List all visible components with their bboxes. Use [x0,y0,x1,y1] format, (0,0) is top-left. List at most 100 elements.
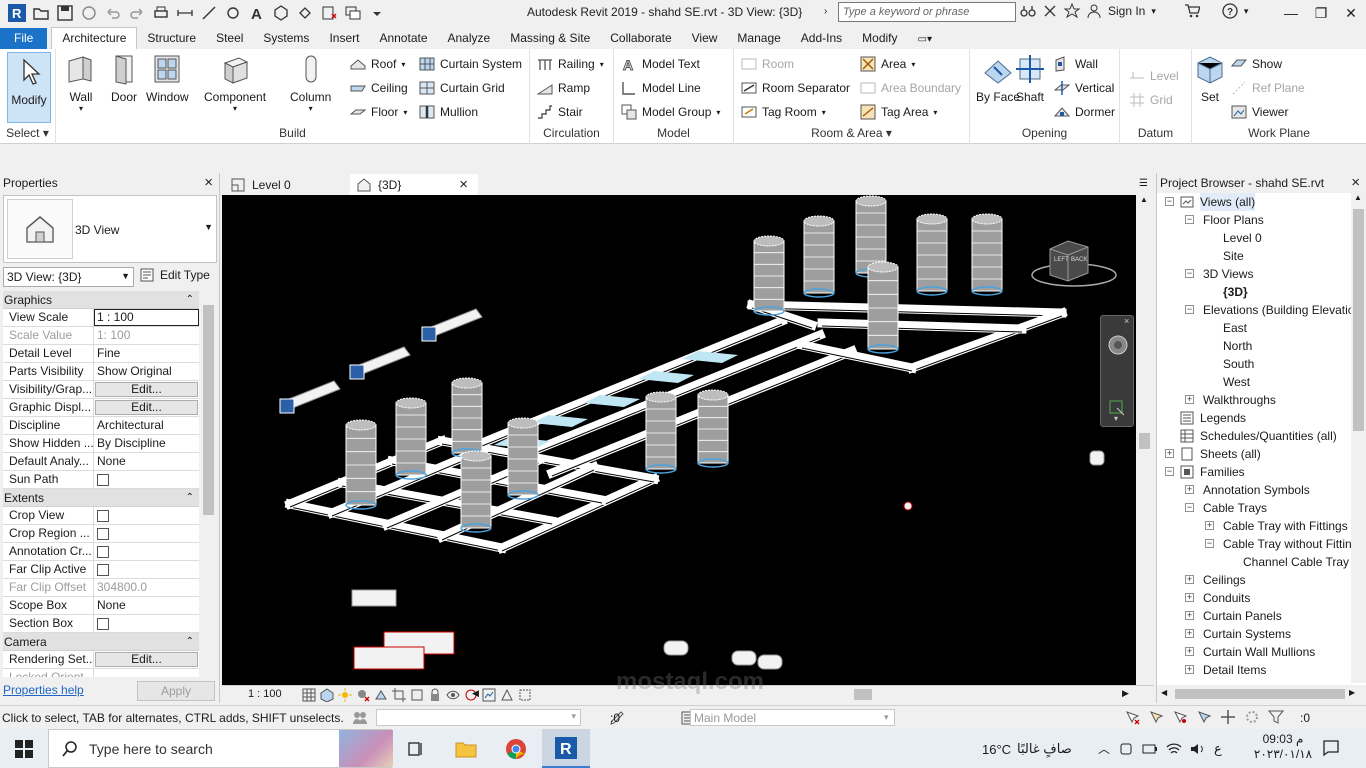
browser-node[interactable]: + Curtain Systems [1157,625,1351,643]
tree-expand-icon[interactable]: + [1165,449,1174,458]
print-icon[interactable] [152,4,170,22]
select-links-icon[interactable] [1124,709,1140,725]
browser-node[interactable]: Channel Cable Tray [1157,553,1351,571]
browser-node[interactable]: Legends [1157,409,1351,427]
door-button[interactable]: Door [108,53,140,104]
browser-node[interactable]: + Conduits [1157,589,1351,607]
browser-scroll-thumb[interactable] [1353,209,1364,431]
tree-expand-icon[interactable]: + [1185,611,1194,620]
temporary-hide-icon[interactable] [446,688,460,702]
property-input[interactable]: 1 : 100 [94,309,199,326]
tree-collapse-icon[interactable]: − [1185,215,1194,224]
collapse-chevron-icon[interactable]: ⌃ [186,489,194,507]
browser-node[interactable]: + Ceilings [1157,571,1351,589]
measure-icon[interactable] [176,4,194,22]
select-underlay-icon[interactable] [1148,709,1164,725]
volume-icon[interactable] [1190,741,1206,757]
property-checkbox[interactable] [97,528,109,540]
property-edit-button[interactable]: Edit... [95,400,198,415]
browser-node[interactable]: + Curtain Panels [1157,607,1351,625]
close-navbar-icon[interactable]: × [1124,316,1129,326]
start-button[interactable] [0,729,48,768]
property-checkbox[interactable] [97,564,109,576]
hscroll-left-icon[interactable]: ◀ [472,688,479,699]
tab-modify[interactable]: Modify [852,28,907,49]
viewer-button[interactable]: Viewer [1231,104,1288,120]
input-language[interactable]: ع [1214,741,1222,757]
property-category-camera[interactable]: Camera ⌃ [3,633,199,651]
instance-selector[interactable]: 3D View: {3D} ▼ [3,267,134,287]
browser-node[interactable]: North [1157,337,1351,355]
background-processes-icon[interactable] [1244,709,1260,725]
view-cube-face-front[interactable]: BACK [1071,257,1087,263]
type-selector-dropdown-icon[interactable]: ▼ [204,222,213,232]
section-icon[interactable] [296,4,314,22]
tab-annotate[interactable]: Annotate [369,28,437,49]
property-edit-button[interactable]: Edit... [95,382,198,397]
grid-button[interactable]: Grid [1129,92,1173,108]
property-checkbox[interactable] [97,546,109,558]
ramp-button[interactable]: Ramp [536,80,590,96]
model-text-button[interactable]: A Model Text [621,56,700,74]
tab-analyze[interactable]: Analyze [438,28,501,49]
property-checkbox[interactable] [97,474,109,486]
subscription-icon[interactable] [1042,3,1058,19]
tree-expand-icon[interactable]: + [1185,647,1194,656]
tab-3d-view[interactable]: {3D} × [350,174,478,195]
open-icon[interactable] [32,4,50,22]
browser-node[interactable]: − Floor Plans [1157,211,1351,229]
sun-path-icon[interactable] [338,688,352,702]
ref-plane-button[interactable]: Ref Plane [1231,80,1305,96]
browser-node[interactable]: South [1157,355,1351,373]
ribbon-toggle-icon[interactable]: ▭▾ [908,31,942,49]
battery-icon[interactable] [1142,741,1158,757]
browser-node[interactable]: − Families [1157,463,1351,481]
property-value[interactable]: None [97,598,126,612]
taskbar-search-box[interactable]: Type here to search [48,729,393,768]
roof-button[interactable]: Roof ▾ [350,56,405,72]
select-by-face-icon[interactable] [1196,709,1212,725]
rendering-dialog-icon[interactable] [374,688,388,702]
railing-button[interactable]: Railing ▾ [537,56,604,72]
browser-node[interactable]: −3D Views [1157,265,1351,283]
tree-collapse-icon[interactable]: − [1185,269,1194,278]
property-value[interactable]: Architectural [97,418,164,432]
property-value[interactable]: Show Original [97,364,172,378]
tab-massing-site[interactable]: Massing & Site [500,28,600,49]
modify-button[interactable]: Modify [7,52,51,123]
tree-expand-icon[interactable]: + [1185,665,1194,674]
active-workset-field[interactable]: ▾ [376,709,581,726]
browser-node[interactable]: + Detail Items [1157,661,1351,679]
select-group-label[interactable]: Select ▾ [0,126,55,140]
file-explorer-button[interactable] [442,729,490,768]
close-window-button[interactable]: ✕ [1336,0,1366,26]
tab-steel[interactable]: Steel [206,28,253,49]
redo-icon[interactable] [128,4,146,22]
collapse-chevron-icon[interactable]: ⌃ [186,633,194,651]
undo-icon[interactable] [104,4,122,22]
navbar-dropdown-icon[interactable]: ▾ [1114,414,1118,423]
restore-button[interactable]: ❐ [1306,0,1336,26]
browser-node[interactable]: − Cable Tray without Fittin [1157,535,1351,553]
ceiling-button[interactable]: Ceiling [350,80,408,96]
design-option-dropdown-icon[interactable]: ▾ [884,712,889,723]
tab-collaborate[interactable]: Collaborate [600,28,681,49]
vertical-opening-button[interactable]: Vertical [1053,80,1114,96]
properties-help-link[interactable]: Properties help [3,683,84,697]
qat-dropdown-icon[interactable] [368,4,386,22]
tray-app-icon[interactable] [1118,741,1134,757]
tab-systems[interactable]: Systems [253,28,319,49]
thin-lines-icon[interactable] [320,4,338,22]
properties-scroll-thumb[interactable] [203,305,214,515]
room-button[interactable]: Room [741,56,794,72]
tab-file[interactable]: File [0,28,48,49]
tree-expand-icon[interactable]: + [1185,629,1194,638]
browser-node[interactable]: + Annotation Symbols [1157,481,1351,499]
stair-button[interactable]: Stair [537,104,583,120]
tree-collapse-icon[interactable]: − [1185,503,1194,512]
type-selector[interactable]: 3D View ▼ [3,195,217,263]
filter-icon[interactable] [1267,709,1285,725]
chevron-right-icon[interactable]: › [824,6,827,17]
level-button[interactable]: Level [1129,68,1179,84]
viewport-vscroll-thumb[interactable] [1139,433,1150,449]
